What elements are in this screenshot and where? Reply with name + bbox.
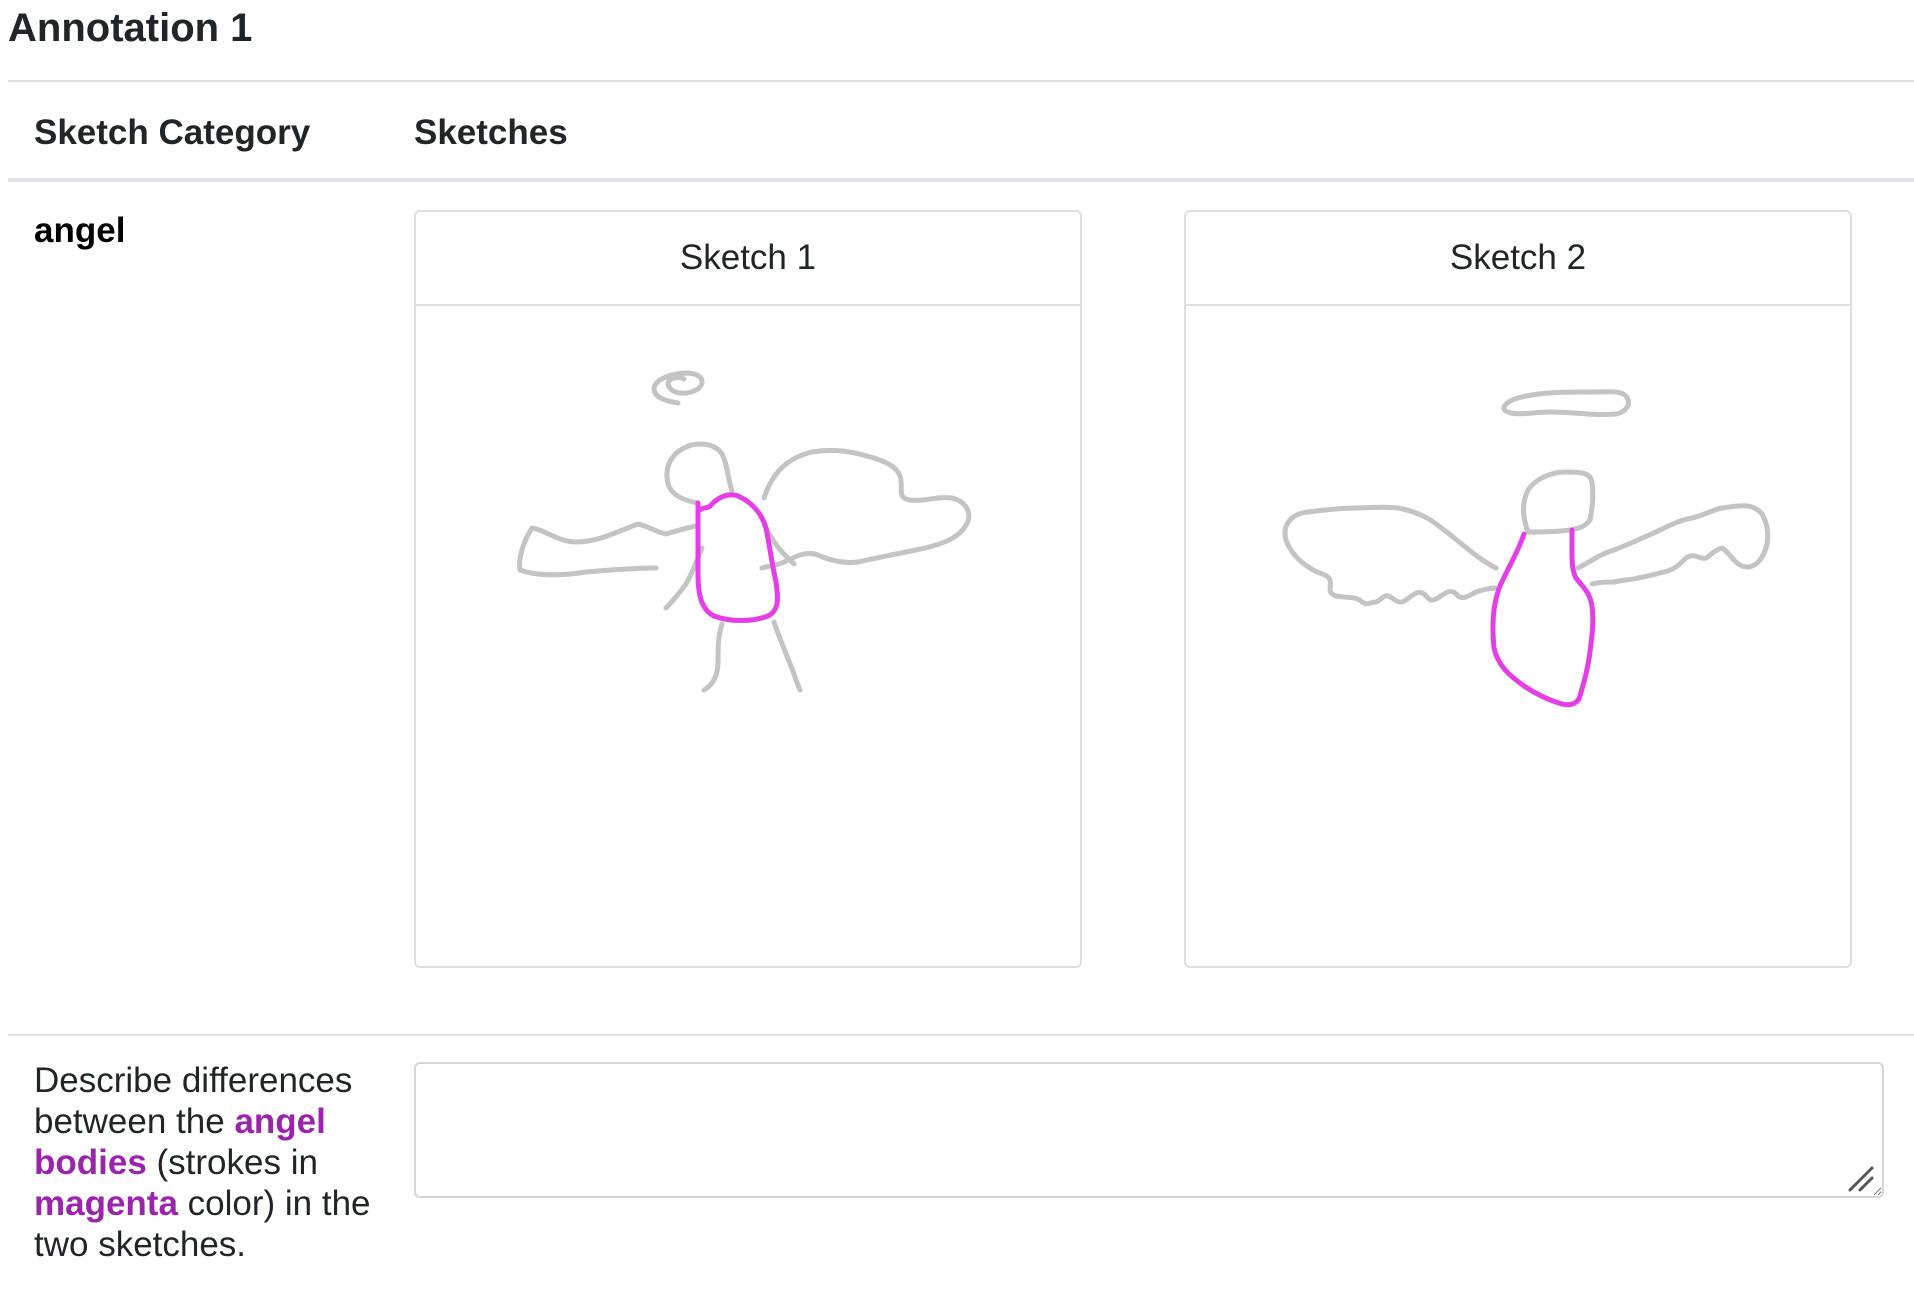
halo-stroke — [1501, 389, 1631, 418]
highlight-strokes — [1490, 527, 1596, 708]
sketch-canvas-1 — [416, 306, 1080, 966]
resize-handle-icon[interactable] — [1846, 1164, 1876, 1194]
right-wing-stroke — [759, 447, 972, 571]
sketch-card-header: Sketch 1 — [416, 212, 1080, 306]
right-leg-stroke — [771, 619, 803, 693]
sketch-canvas-2 — [1186, 306, 1850, 966]
divider — [8, 80, 1914, 82]
highlight-strokes — [695, 492, 781, 623]
angel-body-stroke — [695, 492, 781, 623]
header-divider — [8, 178, 1914, 182]
question-prompt: Describe differences between the angel b… — [34, 1060, 374, 1265]
sketch-drawing-2 — [1282, 389, 1771, 708]
sketch-category: angel — [34, 211, 126, 250]
halo-stroke — [651, 370, 705, 406]
answer-textarea[interactable] — [414, 1062, 1884, 1198]
column-header-category: Sketch Category — [34, 113, 311, 152]
sketch-card-1: Sketch 1 — [414, 210, 1082, 968]
sketch-card-header: Sketch 2 — [1186, 212, 1850, 306]
left-wing-stroke — [517, 521, 699, 578]
context-strokes — [1282, 389, 1771, 607]
column-header-sketches: Sketches — [414, 113, 568, 152]
sketch-drawing-1 — [517, 370, 972, 693]
prompt-highlight-color: magenta — [34, 1184, 178, 1223]
page-title: Annotation 1 — [8, 6, 253, 50]
prompt-text: (strokes in — [146, 1143, 318, 1182]
sketch-card-2: Sketch 2 — [1184, 210, 1852, 968]
context-strokes — [517, 370, 972, 693]
angel-body-stroke — [1490, 527, 1596, 708]
head-stroke — [1521, 469, 1596, 535]
divider — [8, 1034, 1914, 1036]
left-leg-stroke — [701, 621, 725, 693]
right-wing-stroke — [1575, 503, 1771, 587]
left-wing-stroke — [1282, 504, 1499, 607]
